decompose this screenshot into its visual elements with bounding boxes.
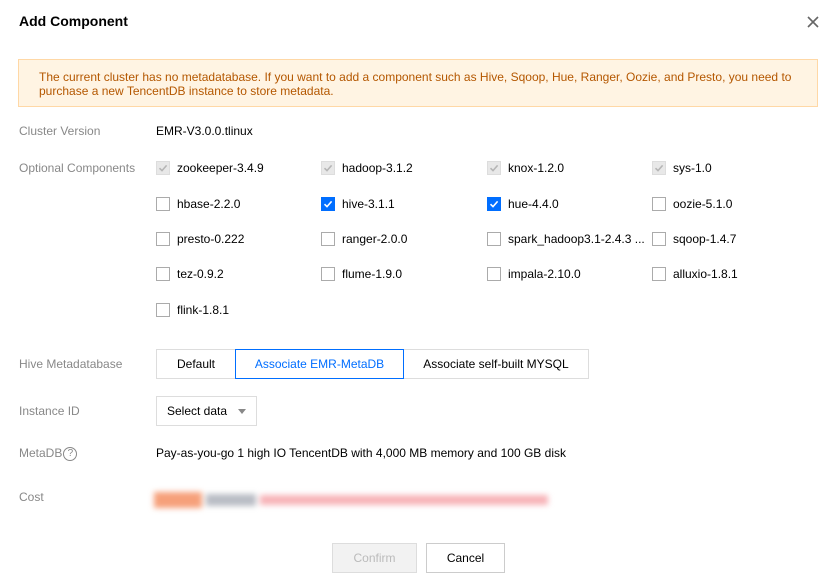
- check-icon: [489, 164, 499, 172]
- metadb-value: Pay-as-you-go 1 high IO TencentDB with 4…: [156, 446, 566, 460]
- checkbox-box[interactable]: [156, 197, 170, 211]
- metadb-label: MetaDB?: [19, 446, 78, 461]
- component-label: hadoop-3.1.2: [342, 161, 413, 175]
- option-associate-self-built-mysql[interactable]: Associate self-built MYSQL: [403, 349, 589, 379]
- component-checkbox: sys-1.0: [652, 161, 712, 175]
- component-checkbox[interactable]: hbase-2.2.0: [156, 197, 240, 211]
- notice-text: The current cluster has no metadatabase.…: [39, 70, 792, 98]
- checkbox-box: [321, 161, 335, 175]
- option-default[interactable]: Default: [156, 349, 236, 379]
- confirm-button[interactable]: Confirm: [332, 543, 417, 573]
- component-checkbox[interactable]: alluxio-1.8.1: [652, 267, 738, 281]
- component-label: hbase-2.2.0: [177, 197, 241, 211]
- component-label: oozie-5.1.0: [673, 197, 733, 211]
- cluster-version-value: EMR-V3.0.0.tlinux: [156, 124, 253, 138]
- component-checkbox[interactable]: hive-3.1.1: [321, 197, 395, 211]
- component-checkbox[interactable]: impala-2.10.0: [487, 267, 581, 281]
- component-label: flink-1.8.1: [177, 303, 230, 317]
- checkbox-box: [156, 161, 170, 175]
- checkbox-box[interactable]: [652, 232, 666, 246]
- component-checkbox[interactable]: oozie-5.1.0: [652, 197, 732, 211]
- component-checkbox[interactable]: hue-4.4.0: [487, 197, 559, 211]
- check-icon: [489, 200, 499, 208]
- component-label: hive-3.1.1: [342, 197, 395, 211]
- help-icon[interactable]: ?: [63, 446, 78, 461]
- option-associate-emr-metadb[interactable]: Associate EMR-MetaDB: [235, 349, 404, 379]
- notice-banner: The current cluster has no metadatabase.…: [18, 59, 818, 107]
- check-icon: [654, 164, 664, 172]
- hive-metadatabase-label: Hive Metadatabase: [19, 357, 123, 371]
- component-checkbox[interactable]: ranger-2.0.0: [321, 232, 407, 246]
- checkbox-box[interactable]: [652, 267, 666, 281]
- component-label: impala-2.10.0: [508, 267, 581, 281]
- checkbox-box[interactable]: [321, 232, 335, 246]
- metadb-label-text: MetaDB: [19, 446, 63, 460]
- cluster-version-label: Cluster Version: [19, 124, 101, 138]
- component-label: sqoop-1.4.7: [673, 232, 737, 246]
- component-label: knox-1.2.0: [508, 161, 565, 175]
- checkbox-box[interactable]: [156, 232, 170, 246]
- component-checkbox[interactable]: flume-1.9.0: [321, 267, 402, 281]
- component-label: hue-4.4.0: [508, 197, 559, 211]
- hive-metadatabase-selector: Default Associate EMR-MetaDB Associate s…: [156, 349, 589, 379]
- chevron-down-icon: [238, 409, 246, 414]
- component-checkbox[interactable]: flink-1.8.1: [156, 303, 229, 317]
- optional-components-label: Optional Components: [19, 161, 136, 175]
- instance-id-select[interactable]: Select data: [156, 396, 257, 426]
- component-checkbox[interactable]: presto-0.222: [156, 232, 244, 246]
- instance-id-value: Select data: [167, 404, 228, 418]
- checkbox-box[interactable]: [156, 303, 170, 317]
- component-checkbox: hadoop-3.1.2: [321, 161, 413, 175]
- check-icon: [323, 200, 333, 208]
- checkbox-box[interactable]: [487, 232, 501, 246]
- check-icon: [323, 164, 333, 172]
- checkbox-box[interactable]: [652, 197, 666, 211]
- component-checkbox: zookeeper-3.4.9: [156, 161, 264, 175]
- checkbox-box[interactable]: [487, 197, 501, 211]
- component-label: tez-0.9.2: [177, 267, 224, 281]
- checkbox-box[interactable]: [156, 267, 170, 281]
- component-label: sys-1.0: [673, 161, 712, 175]
- component-label: flume-1.9.0: [342, 267, 403, 281]
- instance-id-label: Instance ID: [19, 404, 80, 418]
- check-icon: [158, 164, 168, 172]
- dialog-title: Add Component: [19, 13, 128, 29]
- component-checkbox[interactable]: tez-0.9.2: [156, 267, 224, 281]
- checkbox-box[interactable]: [321, 267, 335, 281]
- component-label: ranger-2.0.0: [342, 232, 408, 246]
- component-label: presto-0.222: [177, 232, 245, 246]
- component-label: alluxio-1.8.1: [673, 267, 738, 281]
- component-checkbox[interactable]: sqoop-1.4.7: [652, 232, 736, 246]
- component-label: zookeeper-3.4.9: [177, 161, 264, 175]
- cost-value-blurred: [154, 488, 548, 512]
- close-icon[interactable]: [805, 14, 821, 30]
- cost-label: Cost: [19, 490, 44, 504]
- checkbox-box[interactable]: [487, 267, 501, 281]
- checkbox-box[interactable]: [321, 197, 335, 211]
- cancel-button[interactable]: Cancel: [426, 543, 505, 573]
- component-checkbox: knox-1.2.0: [487, 161, 564, 175]
- component-checkbox[interactable]: spark_hadoop3.1-2.4.3 ...: [487, 232, 645, 246]
- checkbox-box: [652, 161, 666, 175]
- component-label: spark_hadoop3.1-2.4.3 ...: [508, 232, 645, 246]
- checkbox-box: [487, 161, 501, 175]
